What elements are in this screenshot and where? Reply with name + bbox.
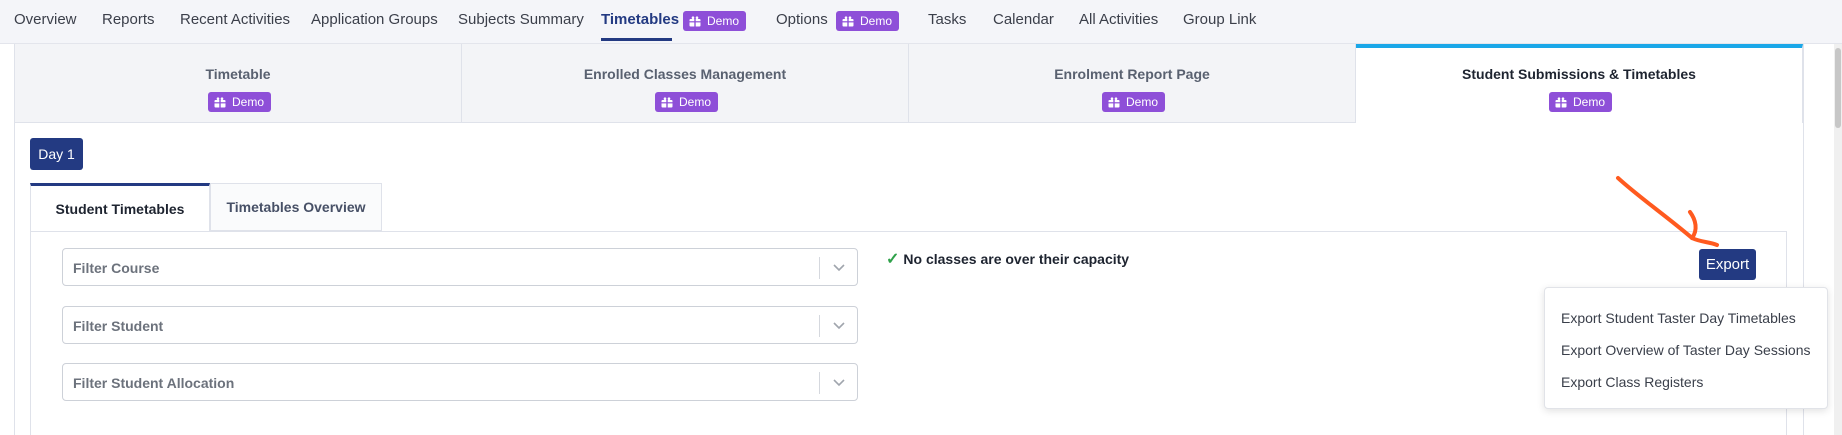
- nav-overview[interactable]: Overview: [14, 11, 77, 28]
- filter-student-allocation-select[interactable]: Filter Student Allocation: [62, 363, 858, 401]
- gift-icon: [1108, 96, 1120, 107]
- filter-student-allocation-placeholder: Filter Student Allocation: [73, 375, 235, 391]
- demo-badge: Demo: [208, 92, 272, 112]
- nav-timetables[interactable]: Timetables: [601, 11, 679, 28]
- day-1-button[interactable]: Day 1: [30, 138, 83, 170]
- annotation-arrow-icon: [1616, 176, 1719, 247]
- tab-timetable[interactable]: Timetable Demo: [15, 44, 462, 123]
- nav-tasks[interactable]: Tasks: [928, 11, 966, 28]
- demo-badge: Demo: [1102, 92, 1166, 112]
- chevron-down-icon[interactable]: [831, 261, 847, 275]
- demo-badge: Demo: [836, 11, 900, 31]
- demo-badge: Demo: [1549, 92, 1613, 112]
- gift-icon: [661, 96, 673, 107]
- select-separator: [819, 257, 820, 279]
- tab-enrolled-classes-management[interactable]: Enrolled Classes Management Demo: [462, 44, 909, 123]
- nav-options[interactable]: Options: [776, 11, 828, 28]
- nav-application-groups[interactable]: Application Groups: [311, 11, 438, 28]
- select-separator: [819, 372, 820, 394]
- menu-item-export-overview-taster-day-sessions[interactable]: Export Overview of Taster Day Sessions: [1561, 342, 1811, 358]
- gift-icon: [689, 15, 701, 26]
- tab-label: Student Submissions & Timetables: [1462, 66, 1696, 82]
- nav-subjects-summary[interactable]: Subjects Summary: [458, 11, 584, 28]
- tab-enrolment-report-page[interactable]: Enrolment Report Page Demo: [909, 44, 1356, 123]
- chevron-down-icon[interactable]: [831, 376, 847, 390]
- filter-student-placeholder: Filter Student: [73, 318, 164, 334]
- demo-badge-label: Demo: [1126, 95, 1159, 109]
- capacity-status-text: No classes are over their capacity: [903, 251, 1130, 267]
- filter-course-select[interactable]: Filter Course: [62, 248, 858, 286]
- tab-label: Enrolment Report Page: [1054, 66, 1210, 82]
- demo-badge-label: Demo: [679, 95, 712, 109]
- nav-reports[interactable]: Reports: [102, 11, 155, 28]
- tab-label: Timetable: [205, 66, 271, 82]
- capacity-status: ✓ No classes are over their capacity: [886, 249, 1129, 269]
- demo-badge: Demo: [655, 92, 719, 112]
- nav-active-indicator: [601, 38, 672, 41]
- nav-calendar[interactable]: Calendar: [993, 11, 1054, 28]
- export-button[interactable]: Export: [1699, 249, 1756, 280]
- check-icon: ✓: [886, 251, 900, 268]
- export-dropdown-menu: Export Student Taster Day Timetables Exp…: [1544, 287, 1828, 409]
- demo-badge-label: Demo: [860, 14, 893, 28]
- filter-course-placeholder: Filter Course: [73, 260, 160, 276]
- gift-icon: [1555, 96, 1567, 107]
- menu-item-export-student-taster-day-timetables[interactable]: Export Student Taster Day Timetables: [1561, 310, 1796, 326]
- demo-badge-label: Demo: [1573, 95, 1606, 109]
- nav-all-activities[interactable]: All Activities: [1079, 11, 1158, 28]
- chevron-down-icon[interactable]: [831, 319, 847, 333]
- tab-student-submissions-timetables[interactable]: Student Submissions & Timetables Demo: [1356, 44, 1803, 123]
- page-scrollbar[interactable]: [1834, 44, 1842, 435]
- demo-badge-label: Demo: [232, 95, 265, 109]
- top-navigation: Overview Reports Recent Activities Appli…: [0, 0, 1842, 44]
- gift-icon: [214, 96, 226, 107]
- filter-student-select[interactable]: Filter Student: [62, 306, 858, 344]
- tab-student-timetables[interactable]: Student Timetables: [30, 183, 210, 232]
- tab-label: Enrolled Classes Management: [583, 66, 787, 82]
- demo-badge: Demo: [683, 11, 747, 31]
- tab-timetables-overview[interactable]: Timetables Overview: [210, 183, 382, 231]
- select-separator: [819, 315, 820, 337]
- sub-tabs: Timetable Demo Enrolled Classes Manageme…: [15, 44, 1804, 123]
- nav-recent-activities[interactable]: Recent Activities: [180, 11, 290, 28]
- demo-badge-label: Demo: [707, 14, 740, 28]
- gift-icon: [842, 15, 854, 26]
- scrollbar-thumb[interactable]: [1835, 48, 1841, 128]
- nav-group-link[interactable]: Group Link: [1183, 11, 1256, 28]
- menu-item-export-class-registers[interactable]: Export Class Registers: [1561, 374, 1703, 390]
